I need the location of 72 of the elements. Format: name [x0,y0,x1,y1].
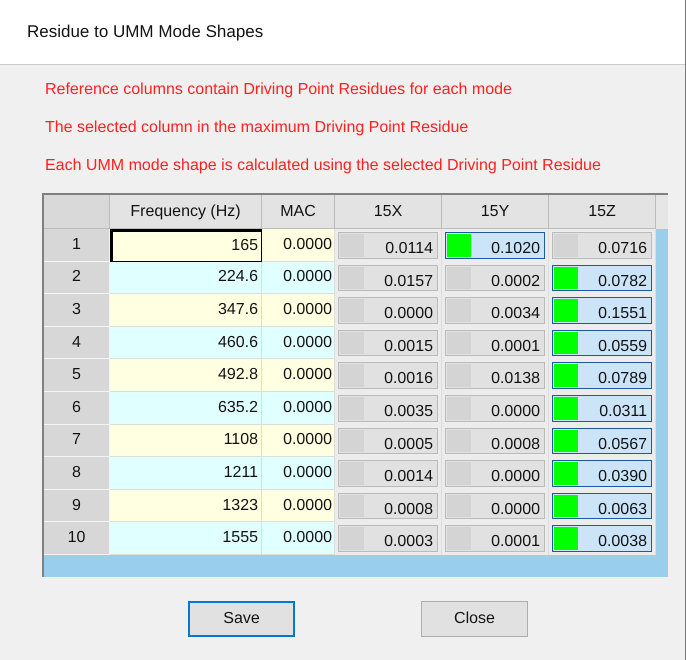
residue-cell[interactable]: 0.0157 [338,264,438,292]
table-cell: 0.0000 [262,326,335,360]
residue-cell[interactable]: 0.0559 [552,330,652,356]
residue-cell[interactable]: 0.0014 [338,460,438,487]
residue-cell[interactable]: 0.0008 [338,492,438,520]
row-header[interactable]: 8 [44,457,110,490]
table-cell: 1211 [110,457,262,490]
residue-cell[interactable]: 0.0002 [445,264,545,292]
table-cell: 0.0000 [262,229,335,262]
residue-cell[interactable]: 0.0782 [552,264,652,292]
window-title: Residue to UMM Mode Shapes [27,21,264,44]
table-cell: 0.0000 [262,262,335,294]
residue-cell[interactable]: 0.0063 [552,492,652,520]
row-header[interactable]: 6 [44,392,110,425]
residue-cell[interactable]: 0.0311 [552,394,652,422]
column-header[interactable]: Frequency (Hz) [110,195,262,229]
residue-cell[interactable]: 0.0000 [445,460,545,487]
table-cell: 1323 [110,490,262,522]
table-cell: 0.0000 [262,457,335,490]
row-header[interactable]: 2 [44,262,110,294]
table-cell: 0.0000 [262,522,335,555]
column-header[interactable]: 15Y [442,195,549,229]
dialog-button[interactable]: Close [421,601,528,637]
table-cell: 0.0000 [262,294,335,327]
residue-cell[interactable]: 0.1551 [552,297,652,324]
residue-cell[interactable]: 0.0390 [552,460,652,487]
table-cell: 492.8 [110,359,262,392]
column-header[interactable]: MAC [262,195,335,229]
residue-cell[interactable]: 0.0034 [445,297,545,324]
residue-cell[interactable]: 0.0015 [338,330,438,356]
residue-cell[interactable]: 0.1020 [445,232,545,259]
residue-cell[interactable]: 0.0716 [552,232,652,259]
table-cell: 165 [110,229,262,262]
instruction-text: Reference columns contain Driving Point Residues for each mode [45,80,513,100]
table-cell: 0.0000 [262,490,335,522]
residue-cell[interactable]: 0.0000 [338,297,438,324]
residue-cell[interactable]: 0.0005 [338,428,438,454]
table-cell: 1108 [110,424,262,458]
residue-cell[interactable]: 0.0003 [338,525,438,552]
row-header[interactable]: 10 [44,522,110,555]
table-cell: 224.6 [110,262,262,294]
residue-cell[interactable]: 0.0567 [552,428,652,454]
residue-cell[interactable]: 0.0001 [445,525,545,552]
table-cell: 1555 [110,522,262,555]
residue-cell[interactable]: 0.0000 [445,492,545,520]
corner-header [44,195,110,229]
row-header[interactable]: 5 [44,359,110,392]
instruction-text: Each UMM mode shape is calculated using the selected Driving Point Residue [45,156,602,176]
residue-cell[interactable]: 0.0789 [552,362,652,389]
table-cell: 347.6 [110,294,262,327]
residue-cell[interactable]: 0.0138 [445,362,545,389]
column-header[interactable]: 15Z [549,195,656,229]
residue-cell[interactable]: 0.0000 [445,394,545,422]
table-cell: 0.0000 [262,359,335,392]
table-cell: 0.0000 [262,392,335,425]
residue-cell[interactable]: 0.0001 [445,330,545,356]
row-header[interactable]: 4 [44,326,110,360]
instruction-text: The selected column in the maximum Driving Point Residue [45,118,470,138]
residue-cell[interactable]: 0.0016 [338,362,438,389]
residue-cell[interactable]: 0.0035 [338,394,438,422]
table-cell: 635.2 [110,392,262,425]
residue-cell[interactable]: 0.0038 [552,525,652,552]
row-header[interactable]: 7 [44,424,110,458]
dialog-button[interactable]: Save [188,601,295,637]
row-header[interactable]: 3 [44,294,110,327]
table-cell: 460.6 [110,326,262,360]
row-header[interactable]: 1 [44,229,110,262]
residue-cell[interactable]: 0.0114 [338,232,438,259]
table-cell: 0.0000 [262,424,335,458]
column-header[interactable]: 15X [335,195,442,229]
residue-cell[interactable]: 0.0008 [445,428,545,454]
row-header[interactable]: 9 [44,490,110,522]
